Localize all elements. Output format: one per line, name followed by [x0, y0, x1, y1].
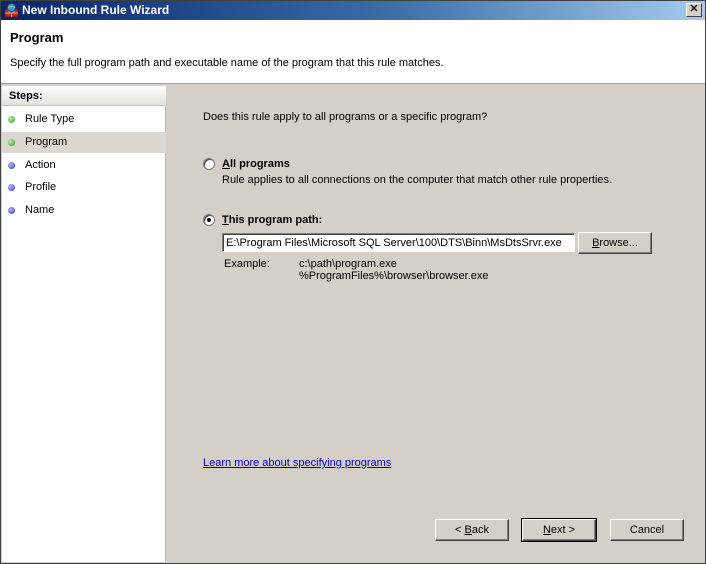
- steps-panel: Steps: Rule Type Program Action Profile …: [2, 86, 166, 562]
- step-rule-type[interactable]: Rule Type: [2, 109, 166, 130]
- page-subtitle: Specify the full program path and execut…: [10, 57, 444, 69]
- learn-more-link[interactable]: Learn more about specifying programs: [203, 457, 391, 469]
- window-title: New Inbound Rule Wizard: [22, 3, 170, 17]
- step-name[interactable]: Name: [2, 200, 166, 221]
- step-status-icon: [8, 116, 15, 123]
- firewall-icon: [4, 3, 19, 18]
- steps-title: Steps:: [2, 86, 166, 106]
- all-programs-description: Rule applies to all connections on the c…: [222, 174, 613, 186]
- page-title: Program: [10, 30, 64, 45]
- step-label: Action: [25, 159, 56, 171]
- step-action[interactable]: Action: [2, 155, 166, 176]
- program-path-radio[interactable]: [203, 214, 215, 226]
- next-button[interactable]: Next >: [521, 518, 597, 542]
- step-label: Program: [25, 136, 68, 148]
- all-programs-label[interactable]: All programs: [222, 158, 290, 170]
- back-button[interactable]: < Back: [435, 519, 509, 541]
- close-button[interactable]: ✕: [686, 3, 702, 17]
- program-path-input[interactable]: [222, 233, 575, 252]
- step-profile[interactable]: Profile: [2, 177, 166, 198]
- wizard-header: Program Specify the full program path an…: [1, 20, 705, 84]
- all-programs-radio[interactable]: [203, 158, 215, 170]
- example-path-2: %ProgramFiles%\browser\browser.exe: [299, 270, 489, 282]
- program-path-label[interactable]: This program path:: [222, 214, 322, 226]
- step-label: Profile: [25, 181, 57, 193]
- browse-button[interactable]: Browse...: [578, 232, 652, 254]
- content-panel: Does this rule apply to all programs or …: [167, 86, 705, 562]
- step-program[interactable]: Program: [2, 132, 166, 153]
- title-bar[interactable]: New Inbound Rule Wizard ✕: [1, 1, 705, 20]
- step-label: Rule Type: [25, 113, 75, 125]
- wizard-window: New Inbound Rule Wizard ✕ Program Specif…: [0, 0, 706, 564]
- cancel-button[interactable]: Cancel: [610, 519, 684, 541]
- step-label: Name: [25, 204, 55, 216]
- close-icon: ✕: [689, 3, 699, 15]
- example-path-1: c:\path\program.exe: [299, 258, 397, 270]
- example-label: Example:: [224, 258, 270, 270]
- step-status-icon: [8, 162, 15, 169]
- step-status-icon: [8, 139, 15, 146]
- step-status-icon: [8, 207, 15, 214]
- step-status-icon: [8, 184, 15, 191]
- question-text: Does this rule apply to all programs or …: [203, 111, 488, 123]
